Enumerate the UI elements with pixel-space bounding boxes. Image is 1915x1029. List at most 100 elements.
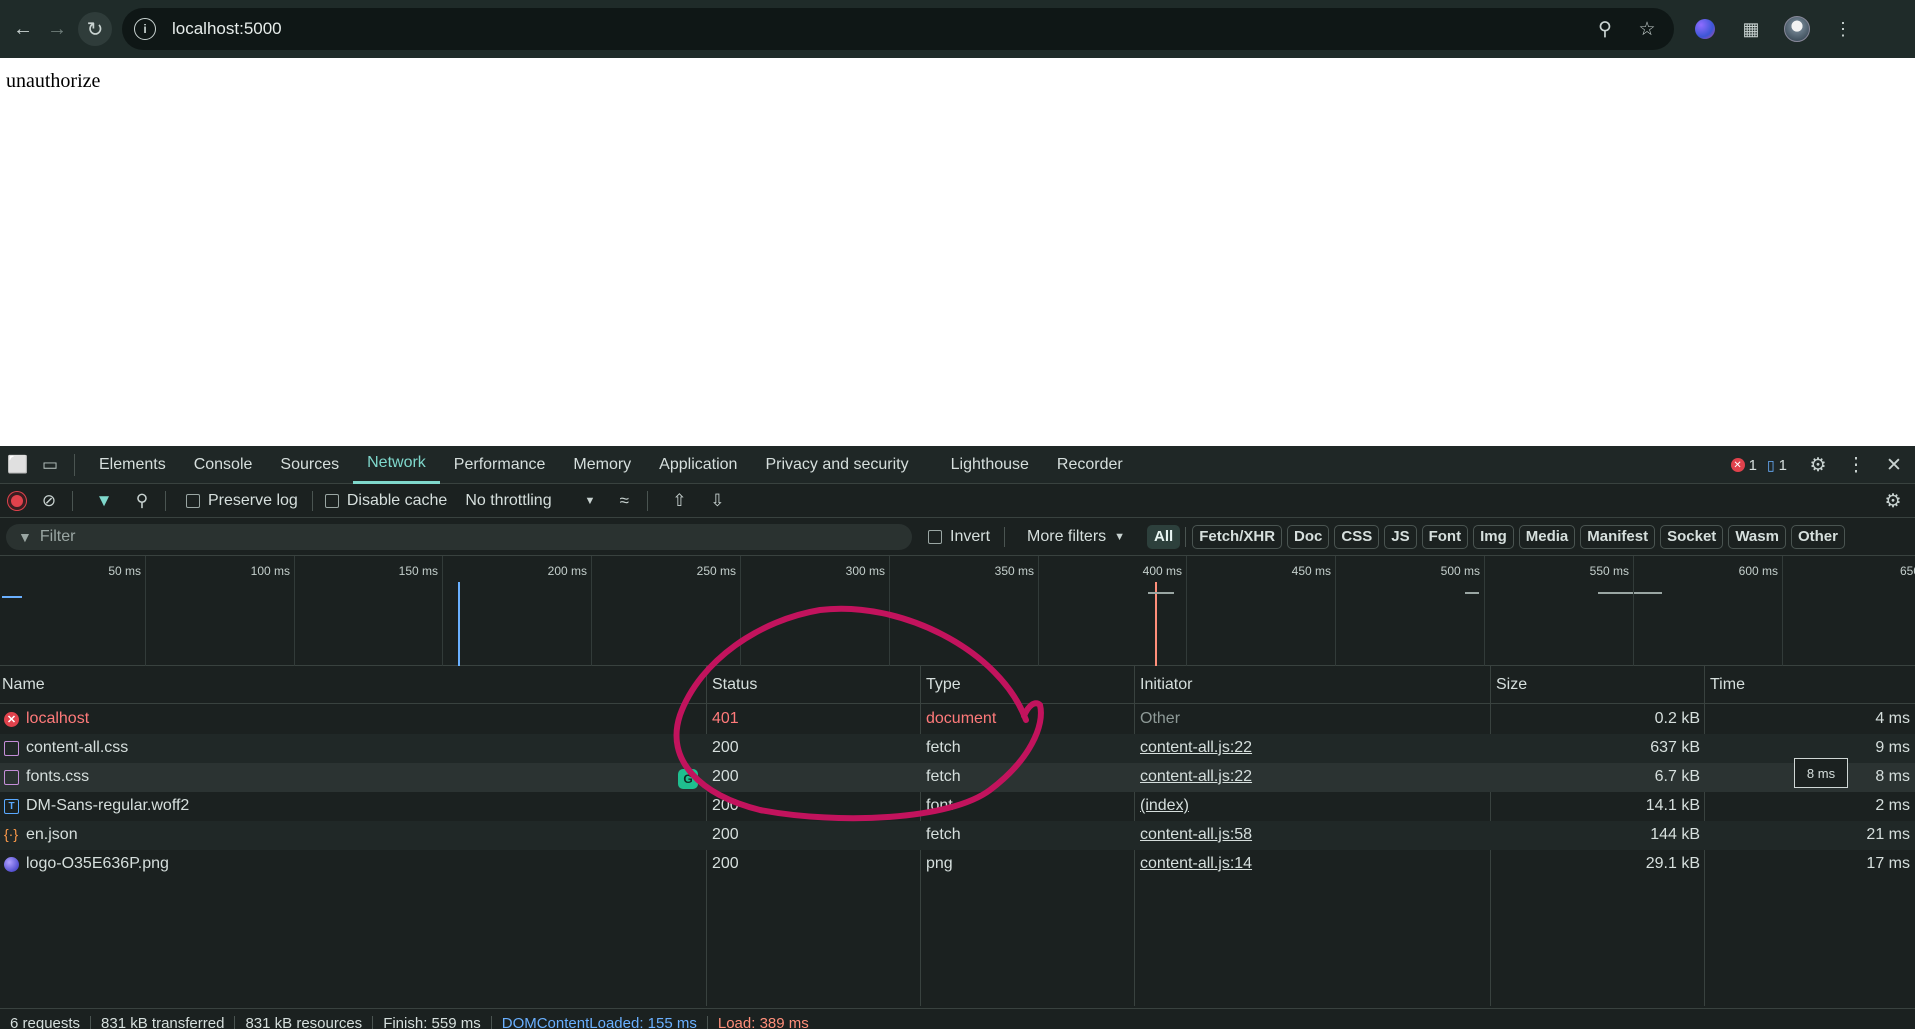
- filter-bar: ▼ Filter Invert More filters ▼ All Fetch…: [0, 518, 1915, 556]
- column-name[interactable]: Name: [2, 676, 45, 694]
- extensions-icon[interactable]: ▦: [1734, 12, 1768, 46]
- tab-sources[interactable]: Sources: [266, 446, 353, 484]
- disable-cache-label: Disable cache: [346, 491, 448, 509]
- table-row[interactable]: ✕ localhost 401 document Other 0.2 kB 4 …: [0, 705, 1915, 734]
- profile-avatar[interactable]: [1780, 12, 1814, 46]
- column-time[interactable]: Time: [1710, 676, 1745, 694]
- summary-dom-content-loaded: DOMContentLoaded: 155 ms: [492, 1016, 708, 1029]
- column-initiator[interactable]: Initiator: [1140, 676, 1192, 694]
- invert-checkbox[interactable]: [928, 529, 942, 544]
- tab-memory[interactable]: Memory: [559, 446, 645, 484]
- chip-fetch-xhr[interactable]: Fetch/XHR: [1192, 524, 1283, 549]
- chip-all[interactable]: All: [1147, 524, 1181, 549]
- table-row[interactable]: fonts.css G 200 fetch content-all.js:22 …: [0, 763, 1915, 792]
- chip-wasm[interactable]: Wasm: [1728, 524, 1786, 549]
- tab-application[interactable]: Application: [645, 446, 751, 484]
- device-toolbar-icon[interactable]: ▭: [36, 451, 64, 479]
- issues-badge[interactable]: ✕ 1 ▯ 1: [1730, 456, 1787, 474]
- throttling-select[interactable]: No throttling ▼: [465, 492, 595, 510]
- initiator-link[interactable]: (index): [1140, 797, 1189, 815]
- tab-elements[interactable]: Elements: [85, 446, 180, 484]
- initiator-link[interactable]: content-all.js:14: [1140, 855, 1252, 873]
- messages-count: 1: [1778, 456, 1787, 474]
- timeline-overview[interactable]: 50 ms 100 ms 150 ms 200 ms 250 ms 300 ms 350 m…: [0, 556, 1915, 666]
- divider: [72, 490, 73, 511]
- dom-content-loaded-line: [458, 582, 460, 666]
- filter-funnel-icon: ▼: [18, 528, 32, 545]
- column-status[interactable]: Status: [712, 676, 757, 694]
- chip-socket[interactable]: Socket: [1660, 524, 1724, 549]
- divider: [311, 490, 313, 511]
- chip-media[interactable]: Media: [1518, 524, 1576, 549]
- devtools-menu-icon[interactable]: ⋮: [1839, 448, 1873, 482]
- request-type: font: [926, 797, 953, 814]
- tab-network[interactable]: Network: [353, 446, 440, 484]
- chip-other[interactable]: Other: [1790, 524, 1845, 549]
- network-conditions-icon[interactable]: ≈: [609, 486, 639, 516]
- record-button[interactable]: [8, 491, 26, 510]
- chip-css[interactable]: CSS: [1334, 524, 1380, 549]
- initiator-link[interactable]: content-all.js:22: [1140, 768, 1252, 786]
- tab-privacy-security[interactable]: Privacy and security: [751, 446, 922, 484]
- close-icon[interactable]: ✕: [1877, 448, 1911, 482]
- stylesheet-icon: [4, 741, 19, 756]
- tab-recorder[interactable]: Recorder: [1043, 446, 1137, 484]
- timeline-tick-label: 250 ms: [696, 564, 736, 578]
- disable-cache-checkbox[interactable]: [324, 493, 339, 508]
- timeline-tick-label: 50 ms: [108, 564, 141, 578]
- preserve-log-checkbox[interactable]: [186, 493, 200, 508]
- chip-doc[interactable]: Doc: [1287, 524, 1330, 549]
- table-row[interactable]: logo-O35E636P.png 200 png content-all.js…: [0, 850, 1915, 879]
- chip-js[interactable]: JS: [1384, 524, 1417, 549]
- request-time: 4 ms: [1875, 710, 1910, 727]
- column-size[interactable]: Size: [1496, 676, 1527, 694]
- initiator-link[interactable]: content-all.js:22: [1140, 739, 1252, 757]
- chip-img[interactable]: Img: [1473, 524, 1514, 549]
- initiator-link[interactable]: content-all.js:58: [1140, 826, 1252, 844]
- network-settings-icon[interactable]: ⚙: [1879, 487, 1907, 515]
- address-bar[interactable]: i localhost:5000 ⚲ ☆: [122, 8, 1674, 50]
- address-url[interactable]: localhost:5000: [172, 19, 1590, 39]
- inspect-element-icon[interactable]: ⬜: [4, 451, 32, 479]
- request-name: logo-O35E636P.png: [26, 855, 169, 872]
- timeline-tick-label: 500 ms: [1440, 564, 1480, 578]
- import-har-icon[interactable]: ⇧: [664, 486, 694, 516]
- site-info-icon[interactable]: i: [134, 18, 156, 40]
- reload-icon[interactable]: ↻: [78, 12, 112, 46]
- tab-lighthouse[interactable]: Lighthouse: [937, 446, 1043, 484]
- request-size: 144 kB: [1650, 826, 1700, 843]
- grammarly-extension-icon[interactable]: G: [678, 769, 698, 789]
- table-row[interactable]: {·} en.json 200 fetch content-all.js:58 …: [0, 821, 1915, 850]
- filter-funnel-icon[interactable]: ▼: [89, 486, 119, 516]
- filter-input[interactable]: ▼ Filter: [6, 523, 912, 550]
- browser-toolbar: ← → ↻ i localhost:5000 ⚲ ☆ ▦ ⋮: [0, 0, 1915, 58]
- clear-icon[interactable]: ⊘: [34, 486, 64, 516]
- chip-font[interactable]: Font: [1421, 524, 1469, 549]
- gemini-icon[interactable]: [1688, 12, 1722, 46]
- export-har-icon[interactable]: ⇩: [702, 486, 732, 516]
- zoom-icon[interactable]: ⚲: [1590, 14, 1620, 44]
- back-icon[interactable]: ←: [6, 12, 40, 46]
- request-type: fetch: [926, 768, 961, 785]
- font-icon: T: [4, 799, 19, 814]
- table-row[interactable]: T DM-Sans-regular.woff2 200 font (index)…: [0, 792, 1915, 821]
- more-filters-dropdown[interactable]: More filters ▼: [1027, 528, 1125, 546]
- tab-console[interactable]: Console: [180, 446, 267, 484]
- request-name: content-all.css: [26, 739, 129, 756]
- timeline-tick-label: 100 ms: [250, 564, 290, 578]
- devtools-tab-bar: ⬜ ▭ Elements Console Sources Network Per…: [0, 446, 1915, 484]
- table-row[interactable]: content-all.css 200 fetch content-all.js…: [0, 734, 1915, 763]
- forward-icon[interactable]: →: [40, 12, 74, 46]
- tab-performance[interactable]: Performance: [440, 446, 560, 484]
- request-name: localhost: [26, 710, 90, 727]
- invert-toggle[interactable]: Invert: [916, 528, 990, 546]
- divider: [1185, 526, 1187, 547]
- bookmark-star-icon[interactable]: ☆: [1632, 14, 1662, 44]
- chip-manifest[interactable]: Manifest: [1580, 524, 1656, 549]
- column-type[interactable]: Type: [926, 676, 961, 694]
- timeline-gridline: [442, 556, 443, 666]
- search-icon[interactable]: ⚲: [127, 486, 157, 516]
- settings-gear-icon[interactable]: ⚙: [1801, 448, 1835, 482]
- browser-menu-icon[interactable]: ⋮: [1826, 12, 1860, 46]
- network-summary-bar: 6 requests 831 kB transferred 831 kB res…: [0, 1008, 1915, 1029]
